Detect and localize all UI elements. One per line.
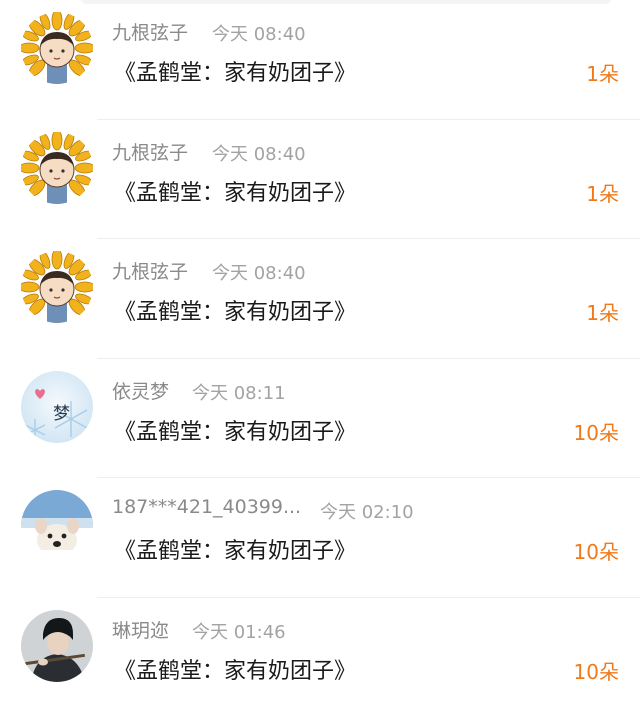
list-item[interactable]: 梦 依灵梦 今天 08:11 《孟鹤堂：家有奶团子》 10朵 <box>0 359 640 479</box>
sunflower-avatar-icon[interactable] <box>21 251 93 324</box>
gift-title: 《孟鹤堂：家有奶团子》 <box>114 539 357 565</box>
list-item[interactable]: 187***421_40399... 今天 02:10 《孟鹤堂：家有奶团子》 … <box>0 478 640 598</box>
snowflake-dream-avatar-icon[interactable]: 梦 <box>21 370 93 443</box>
flower-count: 10朵 <box>573 540 619 565</box>
send-time: 今天 08:40 <box>212 263 306 285</box>
gift-title: 《孟鹤堂：家有奶团子》 <box>114 61 357 86</box>
sender-name: 九根弦子 <box>112 22 189 44</box>
sender-name: 琳玥迩 <box>112 620 170 642</box>
gift-title: 《孟鹤堂：家有奶团子》 <box>114 180 357 206</box>
list-item[interactable]: 琳玥迩 今天 01:46 《孟鹤堂：家有奶团子》 10朵 <box>0 598 640 718</box>
gift-title: 《孟鹤堂：家有奶团子》 <box>114 300 357 326</box>
flower-count: 10朵 <box>573 420 619 445</box>
send-time: 今天 08:40 <box>212 143 306 165</box>
svg-text:梦: 梦 <box>53 404 70 424</box>
sender-name: 九根弦子 <box>112 141 189 164</box>
list-item[interactable]: 九根弦子 今天 08:40 《孟鹤堂：家有奶团子》 1朵 <box>0 120 640 240</box>
flute-player-avatar-icon[interactable] <box>21 610 93 682</box>
flower-count: 1朵 <box>586 62 619 86</box>
list-item[interactable]: 九根弦子 今天 08:40 《孟鹤堂：家有奶团子》 1朵 <box>0 239 640 359</box>
flower-count: 1朵 <box>586 301 619 326</box>
sunflower-avatar-icon[interactable] <box>21 131 93 204</box>
flower-count: 10朵 <box>573 660 619 684</box>
gift-title: 《孟鹤堂：家有奶团子》 <box>114 419 357 445</box>
sender-name: 依灵梦 <box>112 380 170 403</box>
gift-title: 《孟鹤堂：家有奶团子》 <box>114 659 357 684</box>
send-time: 今天 01:46 <box>192 622 286 643</box>
dog-avatar-icon[interactable] <box>21 490 93 563</box>
sender-name: 187***421_40399... <box>112 496 302 519</box>
list-item[interactable]: 九根弦子 今天 08:40 《孟鹤堂：家有奶团子》 1朵 <box>0 0 640 120</box>
send-time: 今天 02:10 <box>320 502 414 524</box>
sunflower-avatar-icon[interactable] <box>21 12 93 84</box>
flower-count: 1朵 <box>586 181 619 206</box>
sender-name: 九根弦子 <box>112 261 189 284</box>
send-time: 今天 08:11 <box>192 382 286 404</box>
send-time: 今天 08:40 <box>212 24 306 45</box>
